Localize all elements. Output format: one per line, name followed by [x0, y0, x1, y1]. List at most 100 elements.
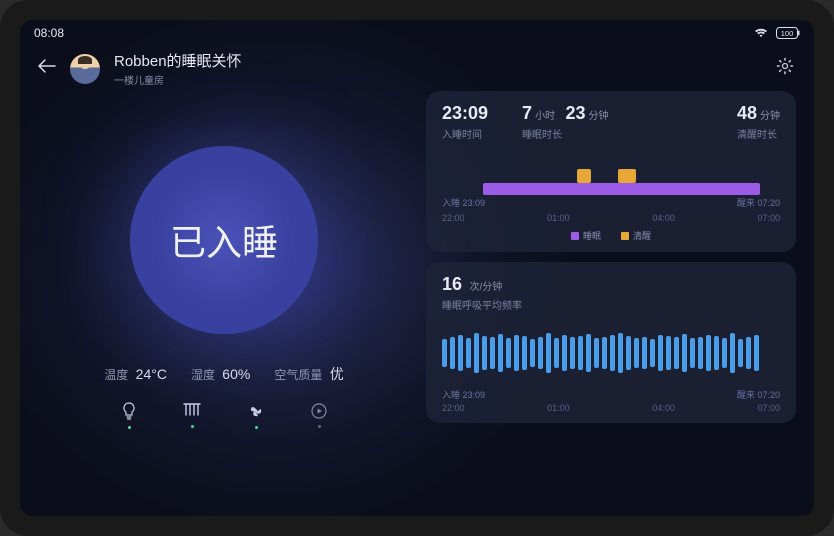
- play-icon: [311, 403, 327, 419]
- sleep-status-circle: 已入睡: [130, 146, 318, 334]
- breath-bar: [562, 335, 567, 371]
- curtain-button[interactable]: [183, 403, 201, 428]
- breath-label: 睡眠呼吸平均频率: [442, 297, 780, 312]
- breath-bar: [602, 337, 607, 369]
- right-panel: 23:09 入睡时间 7小时 23分钟 睡眠时长 48分钟: [426, 91, 796, 503]
- breath-bar: [570, 337, 575, 369]
- device-controls: [121, 402, 327, 429]
- breath-bar: [754, 335, 759, 371]
- breath-bar: [698, 337, 703, 369]
- sleep-status-text: 已入睡: [170, 214, 278, 266]
- legend-swatch: [571, 232, 579, 240]
- breath-bar: [546, 333, 551, 373]
- battery-icon: 100: [776, 27, 800, 39]
- humidity-label: 湿度: [191, 368, 215, 382]
- title-block: Robben的睡眠关怀 一楼儿童房: [114, 50, 796, 87]
- sleep-chart-card[interactable]: 23:09 入睡时间 7小时 23分钟 睡眠时长 48分钟: [426, 91, 796, 252]
- breath-bar: [530, 339, 535, 367]
- duration-stat: 7小时 23分钟 睡眠时长: [522, 103, 609, 141]
- tick: 22:00: [442, 213, 465, 223]
- breath-unit: 次/分钟: [469, 282, 502, 293]
- humidity-value: 60%: [222, 366, 250, 382]
- breath-header: 16 次/分钟: [442, 274, 780, 295]
- breath-bar: [514, 335, 519, 371]
- breath-bar: [674, 337, 679, 369]
- start-marker: 入睡 23:09: [442, 388, 485, 401]
- sleep-timeline-chart: 入睡 23:09 醒来 07:20 22:00 01:00 04:00 07:0…: [442, 151, 780, 223]
- status-bar: 08:08 100: [20, 20, 814, 42]
- breath-bar: [490, 337, 495, 369]
- air-label: 空气质量: [274, 368, 322, 382]
- breath-bar: [586, 334, 591, 372]
- start-marker: 入睡 23:09: [442, 196, 485, 209]
- air-block: 空气质量 优: [274, 364, 343, 384]
- awake-segment: [618, 169, 636, 183]
- sleep-stats-row: 23:09 入睡时间 7小时 23分钟 睡眠时长 48分钟: [442, 103, 780, 141]
- breath-bar: [626, 336, 631, 370]
- legend-awake: 清醒: [621, 229, 651, 242]
- x-axis-ticks: 22:00 01:00 04:00 07:00: [442, 213, 780, 223]
- humidity-block: 湿度 60%: [191, 366, 250, 383]
- music-button[interactable]: [311, 403, 327, 428]
- breath-bar: [634, 338, 639, 368]
- temp-value: 24°C: [136, 366, 167, 382]
- tick: 01:00: [547, 403, 570, 413]
- status-dot: [191, 425, 194, 428]
- light-button[interactable]: [121, 402, 137, 429]
- curtain-icon: [183, 403, 201, 419]
- sleep-bar: [483, 183, 760, 195]
- breath-bar: [746, 337, 751, 369]
- environment-row: 温度 24°C 湿度 60% 空气质量 优: [104, 364, 343, 384]
- breath-bar: [538, 337, 543, 369]
- breath-bar: [666, 336, 671, 370]
- breath-bar: [522, 336, 527, 370]
- fan-button[interactable]: [247, 402, 265, 429]
- breath-bar: [706, 335, 711, 371]
- awake-unit: 分钟: [760, 111, 780, 122]
- battery-level: 100: [781, 29, 794, 38]
- breath-bar: [554, 338, 559, 368]
- tablet-frame: 08:08 100 Robben的睡眠关怀: [0, 0, 834, 536]
- duration-h: 7: [522, 103, 532, 123]
- breath-range-labels: 入睡 23:09 醒来 07:20: [442, 388, 780, 401]
- breath-bar: [578, 336, 583, 370]
- x-axis-ticks: 22:00 01:00 04:00 07:00: [442, 403, 780, 413]
- breath-bar: [506, 338, 511, 368]
- fan-icon: [247, 402, 265, 420]
- breath-value: 16: [442, 274, 462, 294]
- page-title: Robben的睡眠关怀: [114, 50, 796, 71]
- bedtime-stat: 23:09 入睡时间: [442, 103, 488, 141]
- duration-m: 23: [566, 103, 586, 123]
- breath-bar: [650, 339, 655, 367]
- tick: 04:00: [652, 403, 675, 413]
- breath-bar-chart: [442, 320, 780, 386]
- tick: 22:00: [442, 403, 465, 413]
- breath-bar: [714, 336, 719, 370]
- temp-block: 温度 24°C: [104, 366, 167, 383]
- breath-bar: [482, 336, 487, 370]
- status-dot: [128, 426, 131, 429]
- bulb-icon: [121, 402, 137, 420]
- legend-sleep: 睡眠: [571, 229, 601, 242]
- awake-label: 清醒时长: [737, 126, 780, 141]
- bedtime-label: 入睡时间: [442, 126, 488, 141]
- breath-bar: [730, 333, 735, 373]
- left-panel: 已入睡 温度 24°C 湿度 60% 空气质量 优: [38, 91, 410, 503]
- wifi-icon: [754, 28, 768, 38]
- breath-bar: [466, 338, 471, 368]
- breath-bar: [690, 338, 695, 368]
- awake-segment: [577, 169, 591, 183]
- sleep-legend: 睡眠 清醒: [442, 229, 780, 242]
- content: 已入睡 温度 24°C 湿度 60% 空气质量 优: [20, 91, 814, 515]
- back-button[interactable]: [38, 59, 56, 78]
- breath-bar: [642, 337, 647, 369]
- breath-bar: [658, 335, 663, 371]
- status-right: 100: [754, 27, 800, 39]
- breath-bar: [738, 339, 743, 367]
- settings-button[interactable]: [776, 57, 794, 80]
- breath-bar: [682, 334, 687, 372]
- air-value: 优: [330, 366, 344, 382]
- tick: 01:00: [547, 213, 570, 223]
- tick: 07:00: [757, 403, 780, 413]
- breath-chart-card[interactable]: 16 次/分钟 睡眠呼吸平均频率 入睡 23:09 醒来 07:20 22:00…: [426, 262, 796, 423]
